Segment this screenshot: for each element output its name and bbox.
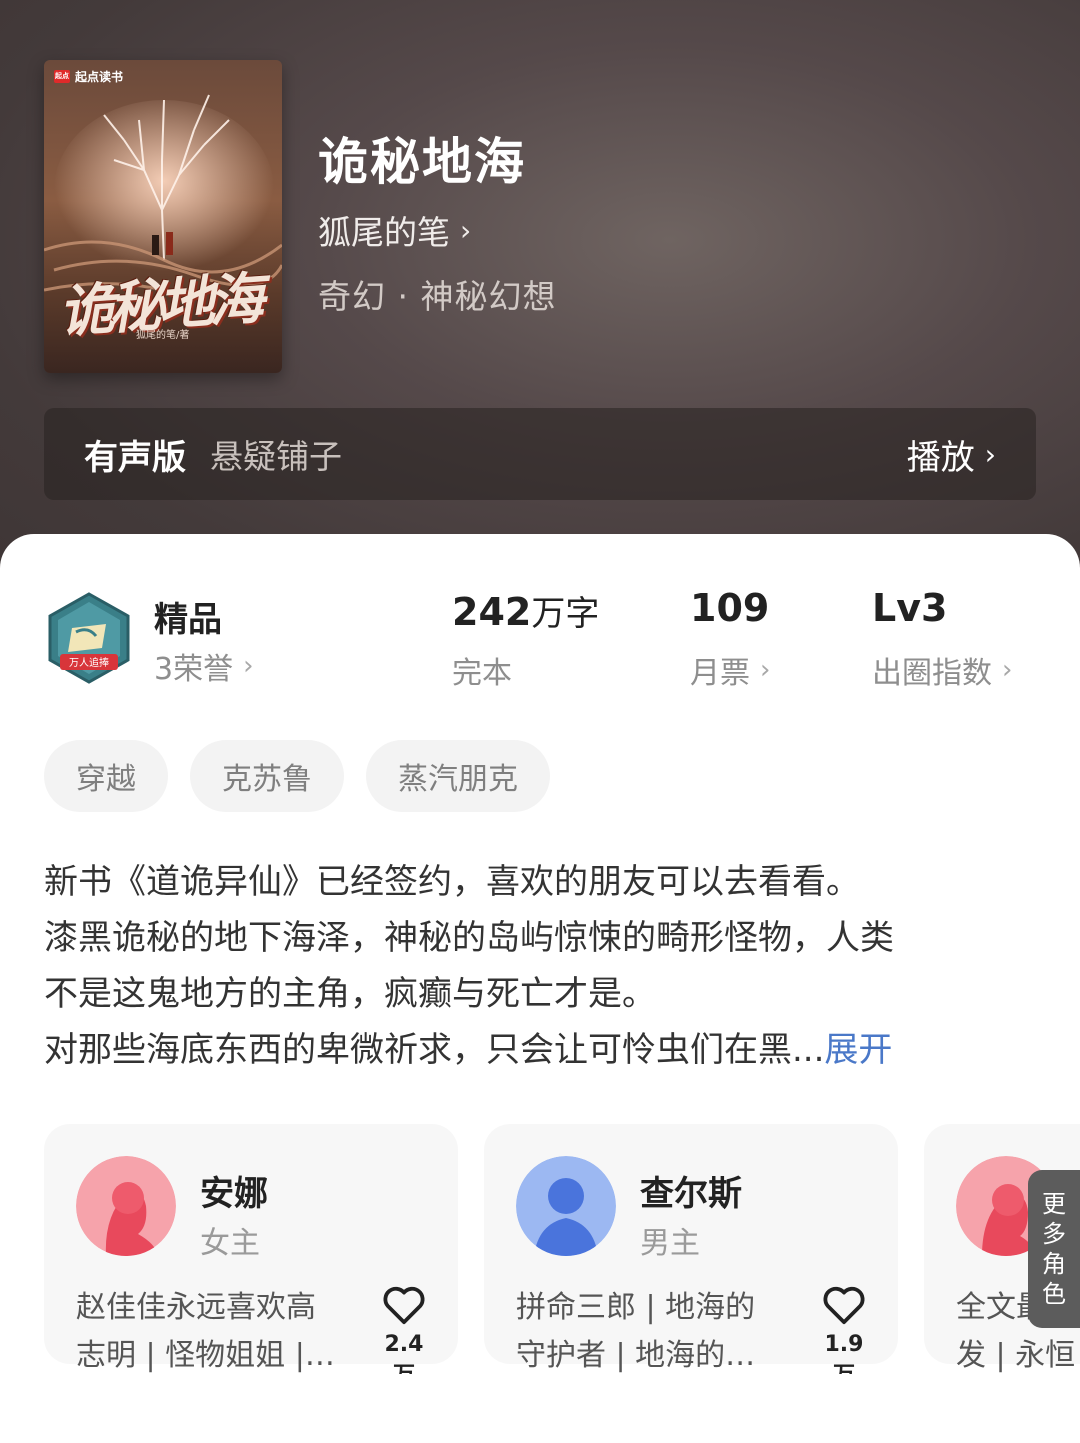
character-desc: 赵佳佳永远喜欢高 志明 | 怪物姐姐 |… bbox=[76, 1284, 356, 1374]
chevron-right-icon: › bbox=[243, 651, 254, 681]
character-desc-line: 志明 | 怪物姐姐 |… bbox=[76, 1338, 335, 1373]
author-name: 狐尾的笔 bbox=[318, 213, 450, 252]
honors-link[interactable]: 3荣誉 › bbox=[154, 644, 254, 688]
like-button[interactable]: 1.9万 bbox=[814, 1284, 874, 1374]
expand-link[interactable]: 展开 bbox=[824, 1030, 892, 1070]
quality-title: 精品 bbox=[154, 600, 222, 640]
more-roles-char: 角 bbox=[1042, 1250, 1066, 1278]
like-count: 1.9万 bbox=[824, 1332, 864, 1374]
tag-list: 穿越 克苏鲁 蒸汽朋克 bbox=[44, 740, 550, 812]
chevron-right-icon: › bbox=[760, 655, 771, 685]
description-line: 不是这鬼地方的主角，疯癫与死亡才是。 bbox=[44, 974, 656, 1014]
completion-status: 完本 bbox=[452, 656, 512, 691]
character-desc-line: 拼命三郎 | 地海的 bbox=[516, 1290, 756, 1325]
play-button[interactable]: 播放 › bbox=[907, 430, 996, 479]
stats-row: 万人追捧 精品 3荣誉 › 242万字 完本 109 月票 › Lv3 出圈指数… bbox=[0, 584, 1080, 694]
monthly-ticket-link[interactable]: 月票 › bbox=[690, 648, 770, 692]
description-line-text: 对那些海底东西的卑微祈求，只会让可怜虫们在黑... bbox=[44, 1030, 825, 1070]
tag-chip[interactable]: 穿越 bbox=[44, 740, 168, 812]
word-count: 242万字 bbox=[452, 586, 599, 635]
like-button[interactable]: 2.4万 bbox=[374, 1284, 434, 1374]
heart-icon bbox=[383, 1286, 425, 1325]
author-link[interactable]: 狐尾的笔 › bbox=[318, 206, 471, 254]
character-desc-line: 守护者 | 地海的… bbox=[516, 1338, 756, 1373]
more-roles-char: 色 bbox=[1042, 1280, 1066, 1308]
character-card[interactable]: 安娜 女主 赵佳佳永远喜欢高 志明 | 怪物姐姐 |… 2.4万 bbox=[44, 1124, 458, 1374]
like-count: 2.4万 bbox=[384, 1332, 424, 1374]
popularity-index-label: 出圈指数 bbox=[872, 656, 992, 691]
description-line: 新书《道诡异仙》已经签约，喜欢的朋友可以去看看。 bbox=[44, 862, 860, 902]
word-count-number: 242 bbox=[452, 590, 532, 634]
play-label: 播放 bbox=[906, 437, 975, 478]
quality-badge-icon[interactable]: 万人追捧 bbox=[44, 590, 134, 686]
tag-chip[interactable]: 克苏鲁 bbox=[190, 740, 344, 812]
popularity-level: Lv3 bbox=[872, 586, 948, 630]
chevron-right-icon: › bbox=[984, 437, 996, 471]
description-line-last: 对那些海底东西的卑微祈求，只会让可怜虫们在黑...展开 bbox=[44, 1022, 1036, 1078]
chevron-right-icon: › bbox=[460, 213, 472, 247]
cover-brand-text: 起点读书 bbox=[75, 70, 124, 84]
qidian-logo-icon: 起点 bbox=[54, 70, 70, 83]
character-card[interactable]: 查尔斯 男主 拼命三郎 | 地海的 守护者 | 地海的… 1.9万 bbox=[484, 1124, 898, 1374]
character-avatar bbox=[76, 1156, 176, 1256]
more-characters-button[interactable]: 更 多 角 色 bbox=[1028, 1170, 1080, 1328]
cover-brand: 起点 起点读书 bbox=[54, 68, 123, 85]
badge-text: 万人追捧 bbox=[69, 656, 109, 669]
monthly-ticket-count: 109 bbox=[690, 586, 770, 630]
character-desc: 拼命三郎 | 地海的 守护者 | 地海的… bbox=[516, 1284, 796, 1374]
detail-panel: 万人追捧 精品 3荣誉 › 242万字 完本 109 月票 › Lv3 出圈指数… bbox=[0, 534, 1080, 1443]
character-desc-line: 赵佳佳永远喜欢高 bbox=[76, 1290, 316, 1325]
audio-version-bar[interactable]: 有声版 悬疑铺子 播放 › bbox=[44, 408, 1036, 500]
chevron-right-icon: › bbox=[1002, 655, 1013, 685]
character-name: 查尔斯 bbox=[640, 1174, 742, 1214]
character-carousel[interactable]: 安娜 女主 赵佳佳永远喜欢高 志明 | 怪物姐姐 |… 2.4万 bbox=[44, 1124, 1080, 1374]
book-cover[interactable]: 起点 起点读书 诡秘地海 狐尾的笔/著 bbox=[44, 60, 282, 373]
heart-icon bbox=[823, 1286, 865, 1325]
character-name: 安娜 bbox=[200, 1174, 268, 1214]
more-roles-char: 更 bbox=[1042, 1190, 1066, 1218]
tag-chip[interactable]: 蒸汽朋克 bbox=[366, 740, 550, 812]
description-line: 漆黑诡秘的地下海泽，神秘的岛屿惊悚的畸形怪物，人类 bbox=[44, 918, 894, 958]
cover-author: 狐尾的笔/著 bbox=[136, 330, 190, 341]
audio-label: 有声版 bbox=[84, 437, 186, 478]
popularity-index-link[interactable]: 出圈指数 › bbox=[872, 648, 1012, 692]
character-desc-line: 发 | 永恒 bbox=[956, 1338, 1076, 1373]
character-role: 男主 bbox=[640, 1226, 700, 1261]
character-role: 女主 bbox=[200, 1226, 260, 1261]
more-roles-char: 多 bbox=[1042, 1220, 1066, 1248]
book-title: 诡秘地海 bbox=[318, 132, 526, 191]
book-description: 新书《道诡异仙》已经签约，喜欢的朋友可以去看看。 漆黑诡秘的地下海泽，神秘的岛屿… bbox=[44, 854, 1036, 1078]
book-header: 起点 起点读书 诡秘地海 狐尾的笔/著 诡秘地海 狐尾的笔 › 奇幻 · 神秘幻… bbox=[0, 0, 1080, 600]
character-avatar bbox=[516, 1156, 616, 1256]
audio-narrator: 悬疑铺子 bbox=[210, 437, 342, 476]
word-count-unit: 万字 bbox=[531, 594, 600, 634]
monthly-ticket-label: 月票 bbox=[690, 656, 750, 691]
honors-count: 3荣誉 bbox=[154, 652, 234, 687]
book-genre: 奇幻 · 神秘幻想 bbox=[318, 277, 557, 316]
